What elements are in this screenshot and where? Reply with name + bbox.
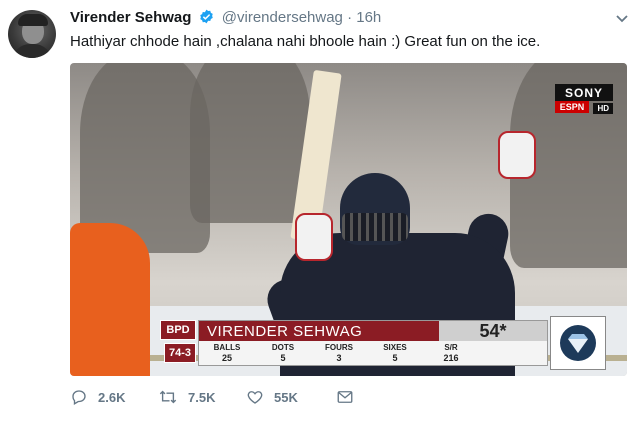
- like-button[interactable]: 55K: [246, 388, 298, 406]
- retweet-count: 7.5K: [188, 389, 216, 405]
- separator-dot: ·: [347, 9, 353, 26]
- reply-count: 2.6K: [98, 389, 126, 405]
- like-count: 55K: [274, 389, 298, 405]
- glove-right: [498, 131, 536, 179]
- stat-value-fours: 3: [336, 353, 342, 363]
- reply-icon: [72, 390, 86, 405]
- tweet-text: Hathiyar chhode hain ,chalana nahi bhool…: [70, 33, 541, 50]
- stat-label-balls: BALLS: [213, 343, 241, 352]
- author-avatar[interactable]: [8, 10, 56, 58]
- scoreboard: BPD 74-3 VIRENDER SEHWAG 54* BALLS DOTS …: [160, 316, 616, 370]
- heart-icon: [247, 391, 263, 404]
- glove-left: [295, 213, 333, 261]
- direct-message-button[interactable]: [336, 388, 364, 406]
- chevron-down-icon[interactable]: [614, 10, 630, 26]
- team-code: BPD: [160, 320, 196, 340]
- verified-badge-icon: [199, 9, 214, 28]
- batsman-name: VIRENDER SEHWAG: [199, 321, 439, 341]
- stat-value-dots: 5: [280, 353, 286, 363]
- stat-values: 25 5 3 5 216: [199, 353, 547, 365]
- retweet-button[interactable]: 7.5K: [158, 388, 215, 406]
- fielder-figure: [70, 223, 150, 376]
- tweet-media-image[interactable]: SONY ESPN HD BPD 74-3 VIRENDER SEHWAG 54…: [70, 63, 627, 376]
- stat-label-sr: S/R: [444, 343, 458, 352]
- stat-label-dots: DOTS: [271, 343, 295, 352]
- tweet-timestamp[interactable]: 16h: [356, 9, 381, 26]
- batsman-runs: 54*: [439, 321, 547, 341]
- stat-value-balls: 25: [221, 353, 232, 363]
- sony-espn-logo: SONY ESPN HD: [555, 84, 613, 114]
- author-name[interactable]: Virender Sehwag: [70, 9, 191, 26]
- stat-label-fours: FOURS: [325, 343, 353, 352]
- stat-label-sixes: SIXES: [383, 343, 407, 352]
- stat-value-sixes: 5: [392, 353, 398, 363]
- team-score: 74-3: [164, 343, 196, 363]
- retweet-icon: [159, 390, 177, 404]
- envelope-icon: [337, 391, 353, 403]
- league-emblem-icon: [550, 316, 606, 370]
- stat-value-sr: 216: [443, 353, 459, 363]
- reply-button[interactable]: 2.6K: [70, 388, 125, 406]
- author-handle[interactable]: @virendersehwag: [222, 9, 343, 26]
- tweet-header: Virender Sehwag @virendersehwag · 16h: [70, 9, 381, 28]
